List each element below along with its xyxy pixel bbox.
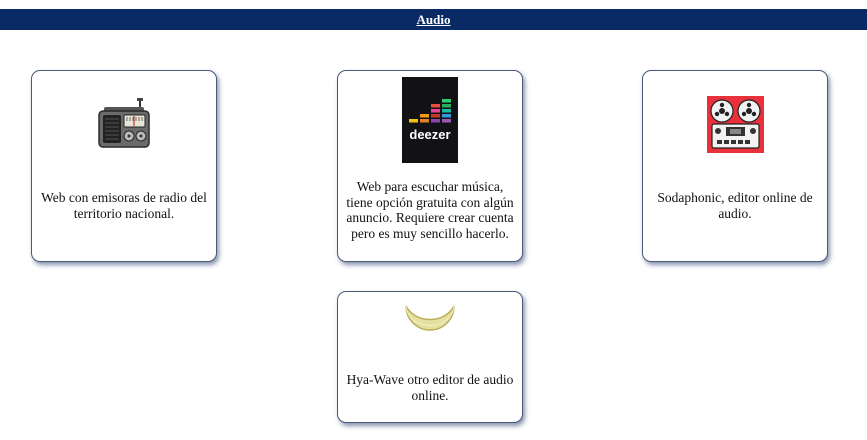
deezer-logo-text: deezer	[409, 127, 450, 142]
section-title-link[interactable]: Audio	[417, 12, 451, 28]
radio-card-description: Web con emisoras de radio del territorio…	[41, 190, 207, 221]
section-header: Audio	[0, 9, 867, 30]
sodaphonic-card-description: Sodaphonic, editor online de audio.	[657, 190, 813, 221]
hyawave-card-description: Hya-Wave otro editor de audio online.	[346, 372, 514, 403]
deezer-card[interactable]: deezer Web para escuchar música, tiene o…	[337, 70, 523, 262]
deezer-logo-icon: deezer	[402, 77, 458, 163]
reel-to-reel-tape-icon	[706, 96, 764, 153]
radio-icon	[98, 98, 150, 148]
radio-card[interactable]: Web con emisoras de radio del territorio…	[31, 70, 217, 262]
hyawave-card[interactable]: Hya-Wave otro editor de audio online.	[337, 291, 523, 423]
deezer-card-description: Web para escuchar música, tiene opción g…	[346, 179, 514, 241]
crescent-moon-icon	[405, 305, 455, 331]
sodaphonic-card[interactable]: Sodaphonic, editor online de audio.	[642, 70, 828, 262]
